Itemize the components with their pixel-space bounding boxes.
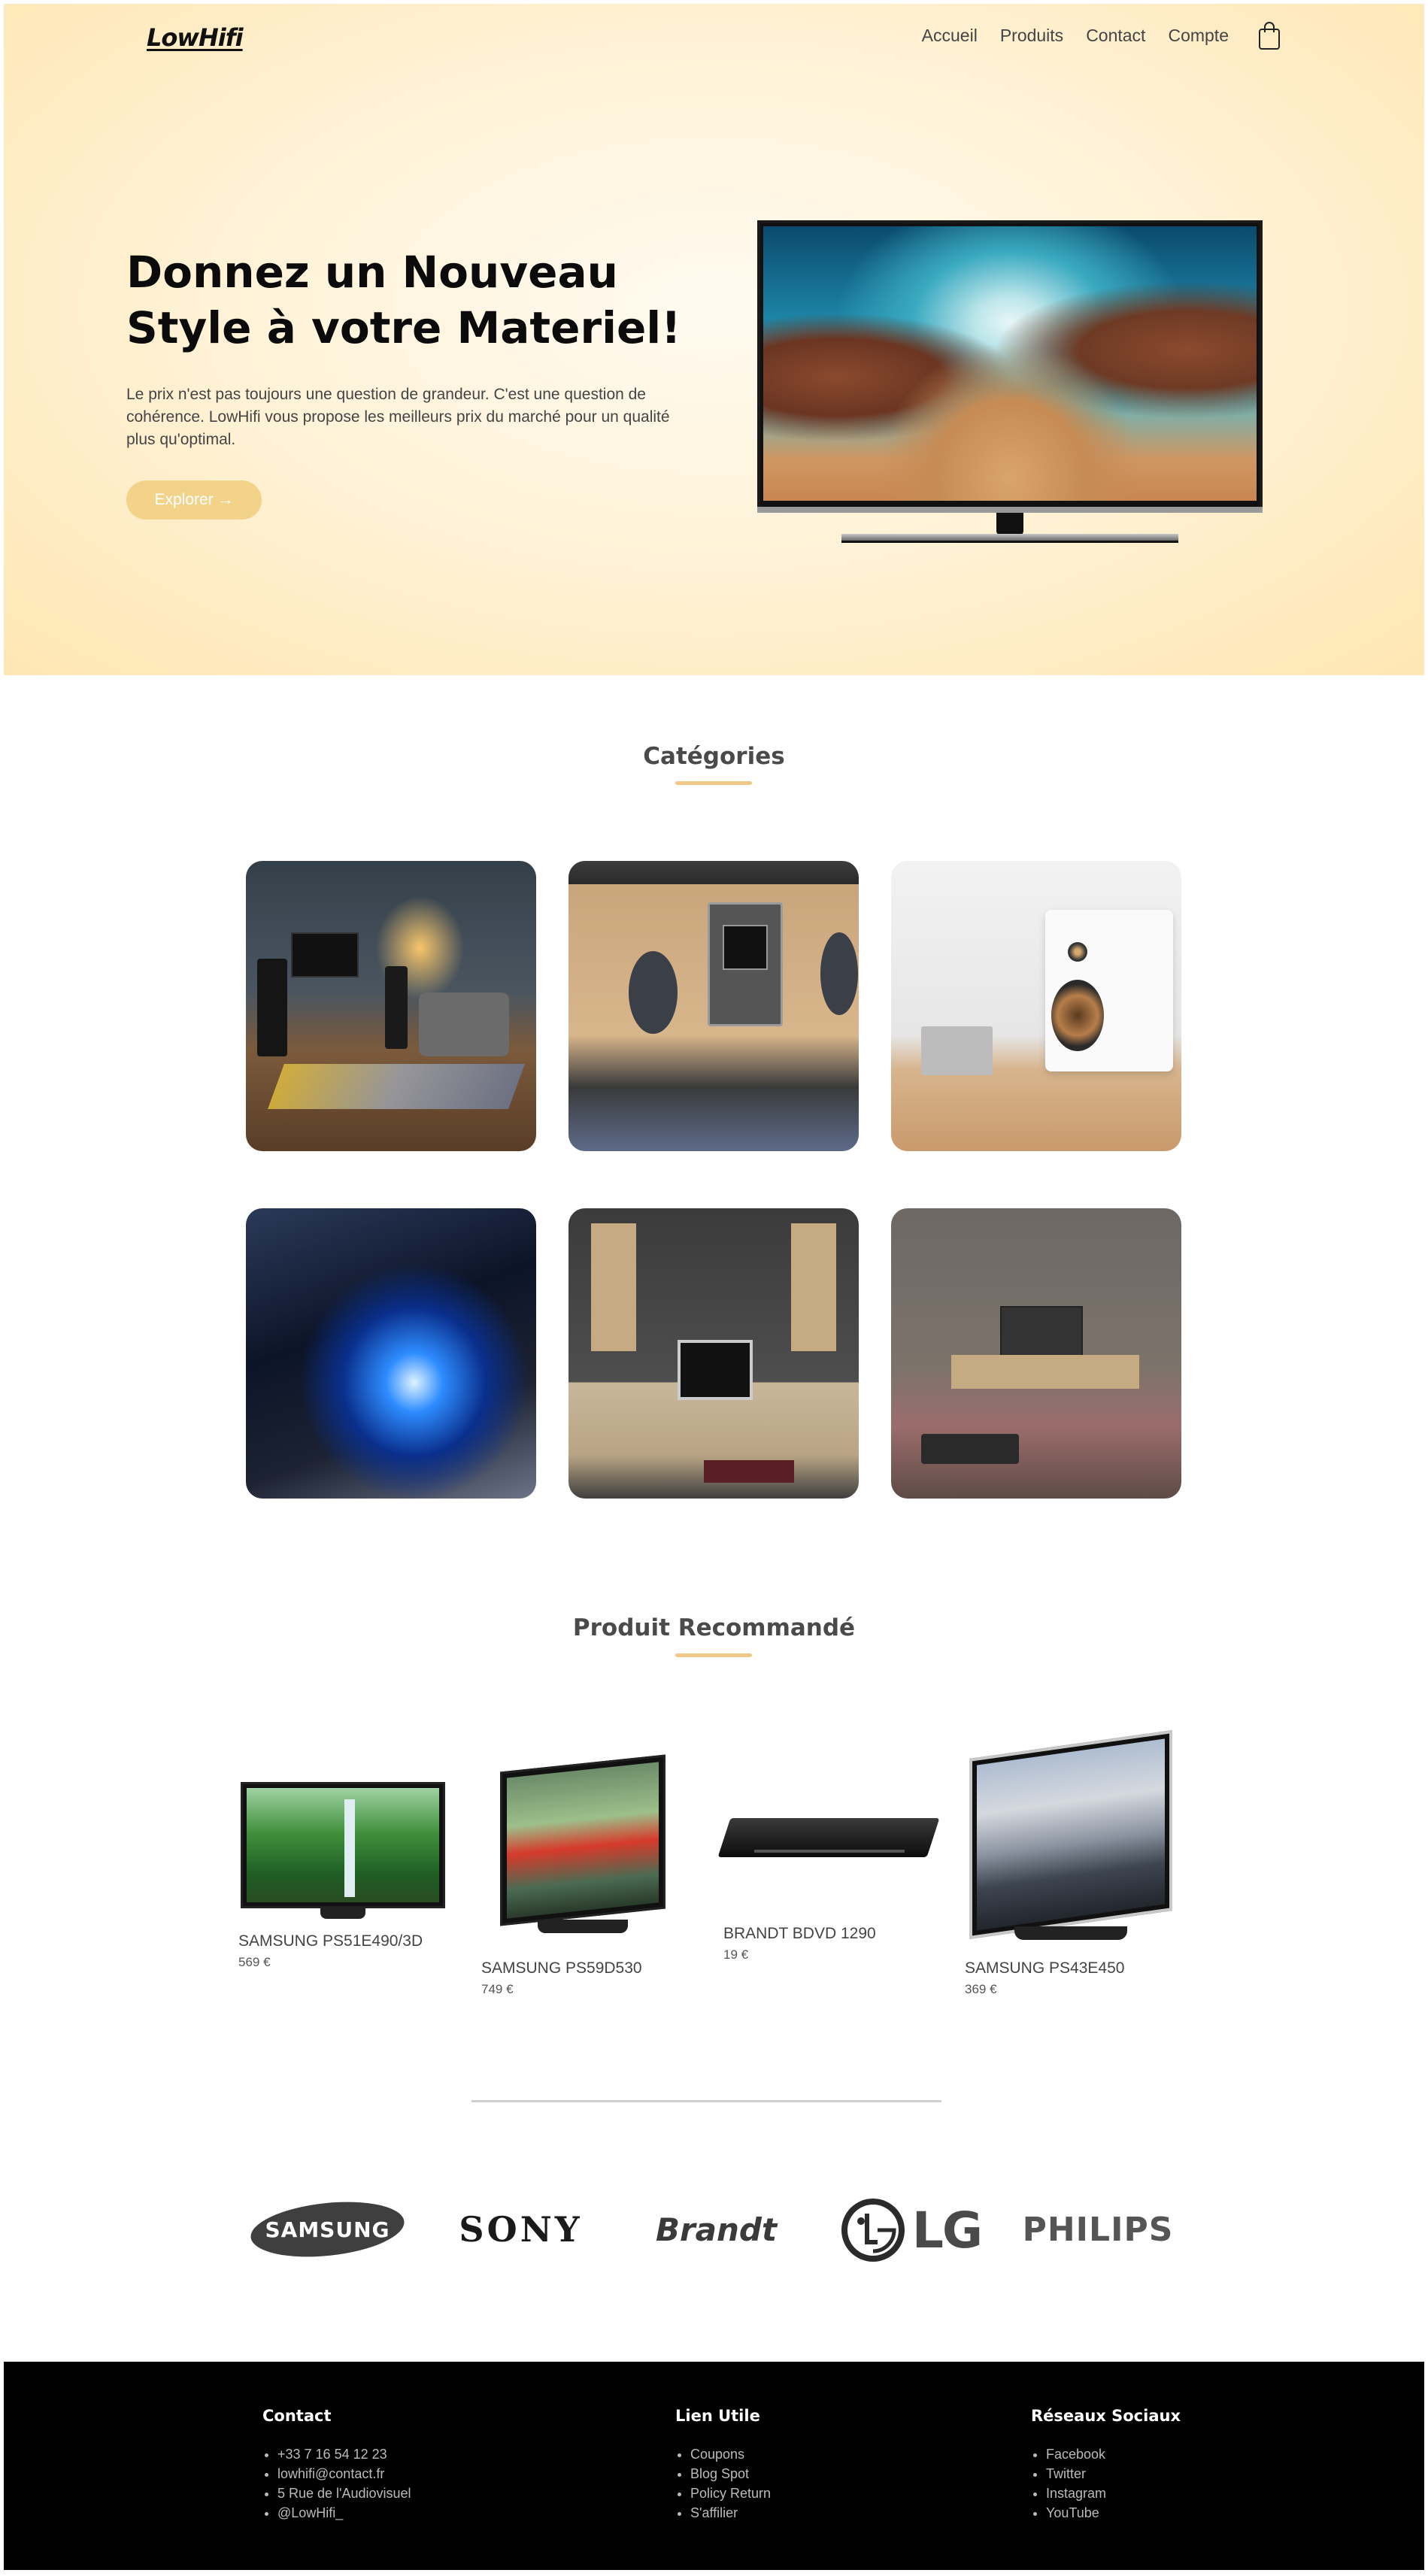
- product-price: 19 €: [723, 1947, 749, 1962]
- footer-links: Lien Utile Coupons Blog Spot Policy Retu…: [675, 2407, 771, 2523]
- brand-philips-logo[interactable]: PHILIPS: [1019, 2207, 1177, 2252]
- tv-screen: [757, 220, 1263, 510]
- category-dvd-players[interactable]: [246, 1208, 536, 1499]
- footer-social-title: Réseaux Sociaux: [1031, 2407, 1181, 2425]
- nav-item-produits[interactable]: Produits: [1000, 26, 1063, 46]
- explorer-button[interactable]: Explorer →: [126, 480, 262, 520]
- product-image[interactable]: [500, 1754, 665, 1938]
- category-living-room[interactable]: [891, 1208, 1181, 1499]
- product-image[interactable]: [717, 1803, 940, 1871]
- product-card[interactable]: BRANDT BDVD 1290 19 €: [723, 1925, 876, 1962]
- footer-contact: Contact +33 7 16 54 12 23 lowhifi@contac…: [262, 2407, 411, 2523]
- product-name: BRANDT BDVD 1290: [723, 1925, 876, 1942]
- nav-item-accueil[interactable]: Accueil: [922, 26, 978, 46]
- brand-samsung-label: SAMSUNG: [265, 2217, 390, 2242]
- product-image[interactable]: [241, 1782, 445, 1919]
- social-twitter[interactable]: Twitter: [1046, 2464, 1181, 2484]
- footer: Contact +33 7 16 54 12 23 lowhifi@contac…: [4, 2362, 1424, 2570]
- product-card[interactable]: SAMSUNG PS51E490/3D 569 €: [238, 1932, 423, 1970]
- hero-description: Le prix n'est pas toujours une question …: [126, 386, 670, 448]
- categories-title-underline: [675, 781, 752, 785]
- contact-email[interactable]: lowhifi@contact.fr: [277, 2464, 411, 2484]
- brand-sony-logo[interactable]: SONY: [444, 2207, 598, 2252]
- brand-lg-label: LG: [911, 2201, 983, 2259]
- recommended-title-underline: [675, 1653, 752, 1657]
- footer-link-blog[interactable]: Blog Spot: [690, 2464, 771, 2484]
- footer-link-affiliate[interactable]: S'affilier: [690, 2503, 771, 2523]
- footer-contact-title: Contact: [262, 2407, 332, 2425]
- category-radio[interactable]: [568, 861, 859, 1151]
- brand-samsung-logo[interactable]: SAMSUNG: [247, 2195, 408, 2264]
- product-name: SAMSUNG PS51E490/3D: [238, 1932, 423, 1950]
- lg-emblem-icon: [841, 2199, 905, 2262]
- contact-handle[interactable]: @LowHifi_: [277, 2503, 411, 2523]
- category-speakers[interactable]: [891, 861, 1181, 1151]
- social-instagram[interactable]: Instagram: [1046, 2484, 1181, 2503]
- product-name: SAMSUNG PS43E450: [965, 1959, 1125, 1977]
- hero-section: LowHifi Accueil Produits Contact Compte …: [4, 4, 1424, 675]
- product-price: 749 €: [481, 1982, 514, 1996]
- brand-lg-logo[interactable]: LG: [831, 2194, 989, 2266]
- footer-link-policy[interactable]: Policy Return: [690, 2484, 771, 2503]
- section-divider: [471, 2100, 941, 2102]
- brand-brandt-logo[interactable]: Brandt: [639, 2207, 793, 2252]
- brand-philips-label: PHILIPS: [1022, 2210, 1174, 2249]
- contact-phone[interactable]: +33 7 16 54 12 23: [277, 2444, 411, 2464]
- categories-title: Catégories: [643, 743, 785, 770]
- shopping-bag-icon[interactable]: [1257, 20, 1281, 50]
- category-home-cinema[interactable]: [246, 861, 536, 1151]
- product-image[interactable]: [969, 1730, 1172, 1944]
- footer-links-title: Lien Utile: [675, 2407, 760, 2425]
- nav-item-contact[interactable]: Contact: [1086, 26, 1145, 46]
- category-tv-furniture[interactable]: [568, 1208, 859, 1499]
- footer-link-coupons[interactable]: Coupons: [690, 2444, 771, 2464]
- social-youtube[interactable]: YouTube: [1046, 2503, 1181, 2523]
- brand-sony-label: SONY: [459, 2209, 583, 2250]
- main-nav: Accueil Produits Contact Compte: [922, 20, 1281, 50]
- contact-address: 5 Rue de l'Audiovisuel: [277, 2484, 411, 2503]
- nav-item-compte[interactable]: Compte: [1168, 26, 1229, 46]
- recommended-title: Produit Recommandé: [572, 1614, 856, 1641]
- product-price: 369 €: [965, 1982, 997, 1996]
- social-facebook[interactable]: Facebook: [1046, 2444, 1181, 2464]
- brand-brandt-label: Brandt: [655, 2211, 778, 2248]
- product-card[interactable]: SAMSUNG PS59D530 749 €: [481, 1959, 642, 1997]
- product-card[interactable]: SAMSUNG PS43E450 369 €: [965, 1959, 1124, 1997]
- footer-social: Réseaux Sociaux Facebook Twitter Instagr…: [1031, 2407, 1181, 2523]
- product-price: 569 €: [238, 1955, 271, 1969]
- hero-title: Donnez un Nouveau Style à votre Materiel…: [126, 247, 681, 353]
- product-name: SAMSUNG PS59D530: [481, 1959, 642, 1977]
- page: LowHifi Accueil Produits Contact Compte …: [0, 0, 1428, 2576]
- logo[interactable]: LowHifi: [147, 23, 244, 52]
- hero-tv-image: [757, 220, 1267, 551]
